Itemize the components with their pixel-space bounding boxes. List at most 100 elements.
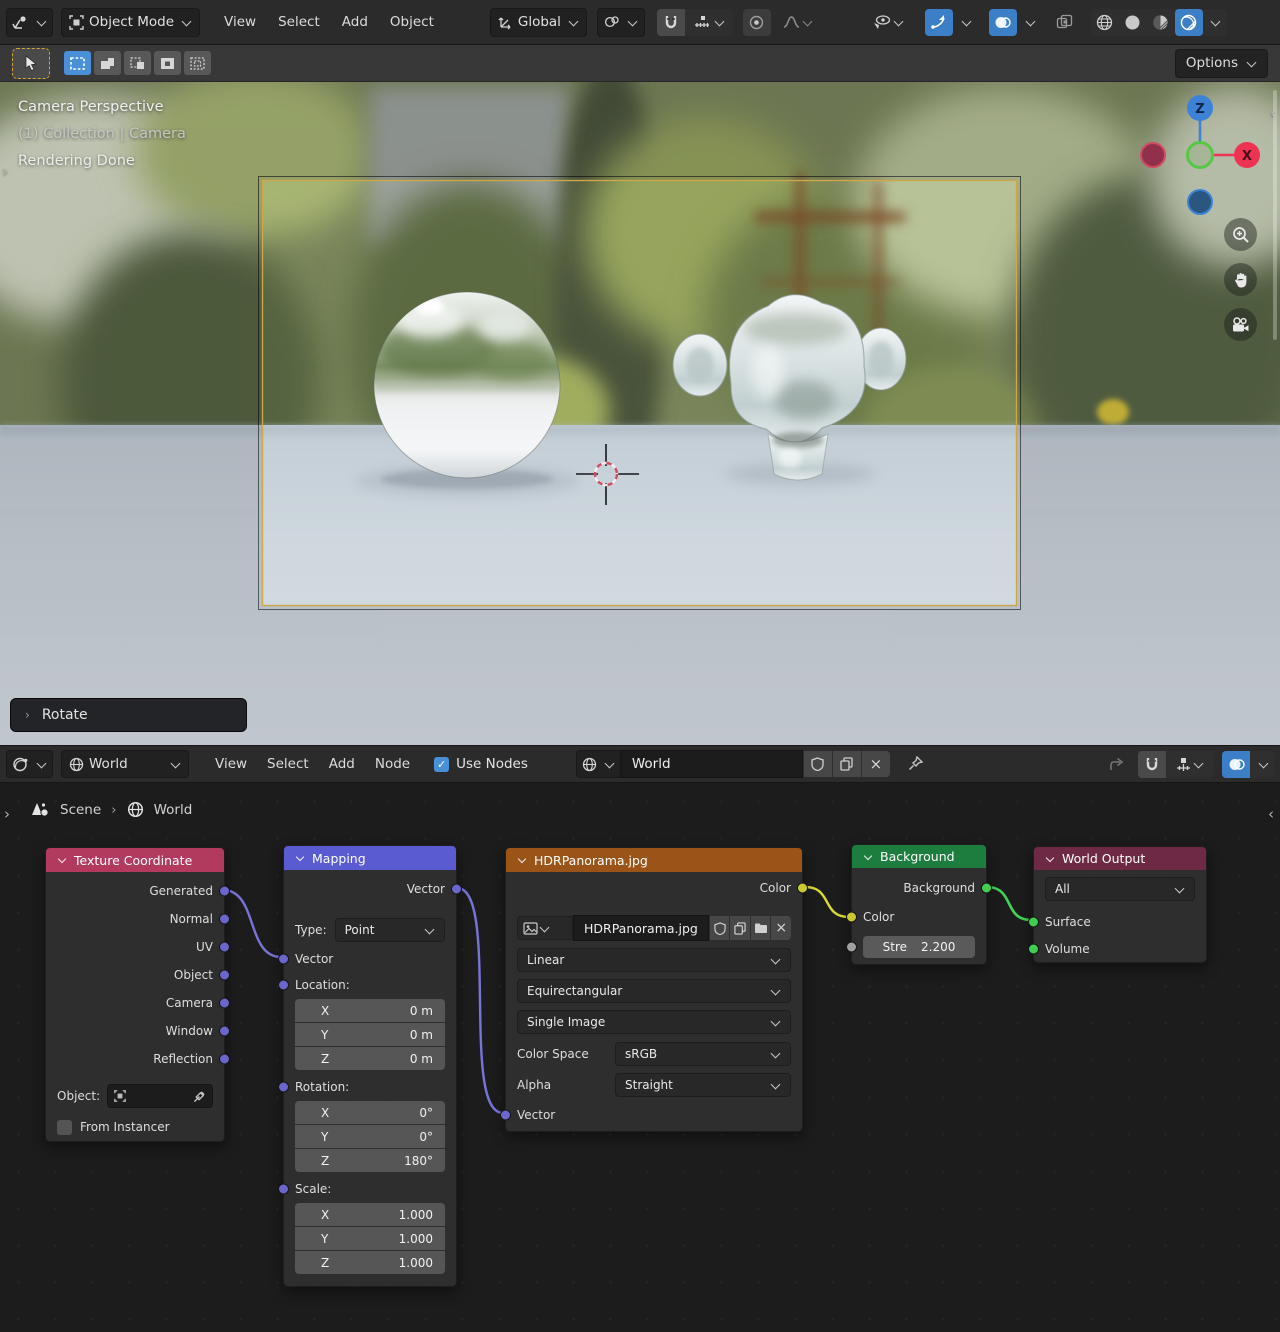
shading-wireframe-button[interactable] [1091, 9, 1119, 36]
object-picker-field[interactable] [107, 1084, 213, 1108]
location-z-field[interactable]: Z0 m [295, 1047, 445, 1070]
go-to-parent-node-tree-button[interactable] [1102, 751, 1130, 778]
camera-view-button[interactable] [1224, 308, 1257, 341]
socket-generated[interactable] [219, 886, 230, 897]
active-tool-tweak-button[interactable] [12, 48, 50, 79]
image-copy-button[interactable] [729, 916, 750, 940]
node-world-output[interactable]: World Output All Surface Volume [1033, 846, 1207, 963]
menu-select-shader[interactable]: Select [257, 752, 319, 776]
node-overlays-dropdown[interactable] [1250, 751, 1274, 778]
select-mode-extend-button[interactable] [94, 51, 121, 75]
rotation-z-field[interactable]: Z180° [295, 1149, 445, 1172]
pivot-point-selector[interactable] [597, 8, 645, 37]
socket-uv[interactable] [219, 942, 230, 953]
socket-camera[interactable] [219, 998, 230, 1009]
alpha-select[interactable]: Straight [615, 1073, 791, 1097]
image-open-button[interactable] [750, 916, 771, 940]
proportional-editing-toggle[interactable] [743, 9, 771, 36]
scale-y-field[interactable]: Y1.000 [295, 1227, 445, 1250]
xray-toggle[interactable] [1051, 9, 1079, 36]
node-background[interactable]: Background Background Color Stre 2.200 [851, 844, 987, 965]
overlays-dropdown[interactable] [1019, 9, 1041, 36]
socket-object[interactable] [219, 970, 230, 981]
location-x-field[interactable]: X0 m [295, 999, 445, 1022]
shading-rendered-button[interactable] [1175, 9, 1203, 36]
socket-surface[interactable] [1028, 916, 1039, 927]
gizmo-axis-x-neg[interactable] [1141, 143, 1165, 167]
mapping-type-select[interactable]: Point [335, 918, 445, 942]
unlink-button[interactable]: × [861, 751, 890, 777]
socket-background-out[interactable] [981, 883, 992, 894]
socket-location[interactable] [278, 980, 289, 991]
menu-select[interactable]: Select [268, 10, 330, 34]
gizmos-dropdown[interactable] [955, 9, 977, 36]
socket-reflection[interactable] [219, 1054, 230, 1065]
viewport-scrollbar[interactable] [1273, 90, 1277, 340]
proportional-falloff-selector[interactable] [773, 9, 823, 36]
from-instancer-checkbox[interactable] [57, 1120, 72, 1135]
socket-normal[interactable] [219, 914, 230, 925]
shading-dropdown[interactable] [1203, 9, 1227, 36]
scale-x-field[interactable]: X1.000 [295, 1203, 445, 1226]
image-name-field[interactable]: HDRPanorama.jpg [573, 915, 709, 941]
shading-material-button[interactable] [1147, 9, 1175, 36]
world-name-field[interactable]: World [621, 750, 803, 778]
zoom-button[interactable] [1224, 218, 1257, 251]
menu-add[interactable]: Add [332, 10, 378, 34]
gizmo-axis-z-neg[interactable] [1188, 190, 1212, 214]
node-mapping[interactable]: Mapping Vector Type: Point Vector Locati… [283, 845, 457, 1287]
menu-node-shader[interactable]: Node [365, 752, 420, 776]
collapse-icon[interactable] [296, 853, 304, 861]
panel-expand-arrow[interactable]: › [25, 708, 30, 722]
select-mode-invert-button[interactable] [154, 51, 181, 75]
output-target-select[interactable]: All [1045, 877, 1195, 901]
socket-vector-in[interactable] [278, 954, 289, 965]
collapse-icon[interactable] [518, 855, 526, 863]
pin-button[interactable] [902, 751, 930, 778]
gizmos-toggle[interactable] [925, 9, 953, 36]
socket-color-out[interactable] [797, 883, 808, 894]
select-mode-intersect-button[interactable] [184, 51, 211, 75]
socket-scale[interactable] [278, 1184, 289, 1195]
show-object-types-selector[interactable] [861, 9, 915, 36]
image-unlink-button[interactable]: × [770, 916, 791, 940]
strength-slider[interactable]: Stre 2.200 [863, 936, 975, 958]
gizmo-axis-y-center[interactable] [1188, 143, 1213, 168]
socket-strength[interactable] [846, 942, 857, 953]
projection-select[interactable]: Equirectangular [517, 979, 791, 1003]
collapse-icon[interactable] [1046, 853, 1054, 861]
3d-viewport[interactable]: Camera Perspective (1) Collection | Came… [0, 82, 1280, 745]
snap-toggle[interactable] [657, 9, 685, 36]
collapse-icon[interactable] [864, 851, 872, 859]
image-fake-user-button[interactable] [709, 916, 730, 940]
options-button[interactable]: Options [1175, 49, 1268, 78]
operator-panel-rotate[interactable]: › Rotate [10, 698, 247, 732]
pan-button[interactable] [1224, 263, 1257, 296]
menu-object[interactable]: Object [380, 10, 444, 34]
node-overlays-toggle[interactable] [1222, 751, 1250, 778]
color-space-select[interactable]: sRGB [615, 1042, 791, 1066]
socket-vector-in[interactable] [500, 1110, 511, 1121]
select-mode-set-button[interactable] [64, 51, 91, 75]
editor-type-selector-shader[interactable] [6, 750, 53, 778]
socket-vector-out[interactable] [451, 884, 462, 895]
socket-rotation[interactable] [278, 1082, 289, 1093]
shading-solid-button[interactable] [1119, 9, 1147, 36]
source-select[interactable]: Single Image [517, 1010, 791, 1034]
collapse-icon[interactable] [58, 855, 66, 863]
rotation-y-field[interactable]: Y0° [295, 1125, 445, 1148]
node-snap-toggle[interactable] [1138, 751, 1166, 778]
socket-window[interactable] [219, 1026, 230, 1037]
rotation-x-field[interactable]: X0° [295, 1101, 445, 1124]
image-browse-button[interactable] [517, 916, 573, 940]
overlays-toggle[interactable] [989, 9, 1017, 36]
socket-volume[interactable] [1028, 943, 1039, 954]
menu-view[interactable]: View [214, 10, 266, 34]
socket-color-in[interactable] [846, 912, 857, 923]
select-mode-subtract-button[interactable] [124, 51, 151, 75]
editor-type-selector[interactable] [6, 8, 53, 37]
interpolation-select[interactable]: Linear [517, 948, 791, 972]
browse-world-selector[interactable] [576, 750, 621, 778]
shader-type-selector[interactable]: World [61, 750, 189, 778]
node-snap-target-selector[interactable] [1166, 751, 1214, 778]
